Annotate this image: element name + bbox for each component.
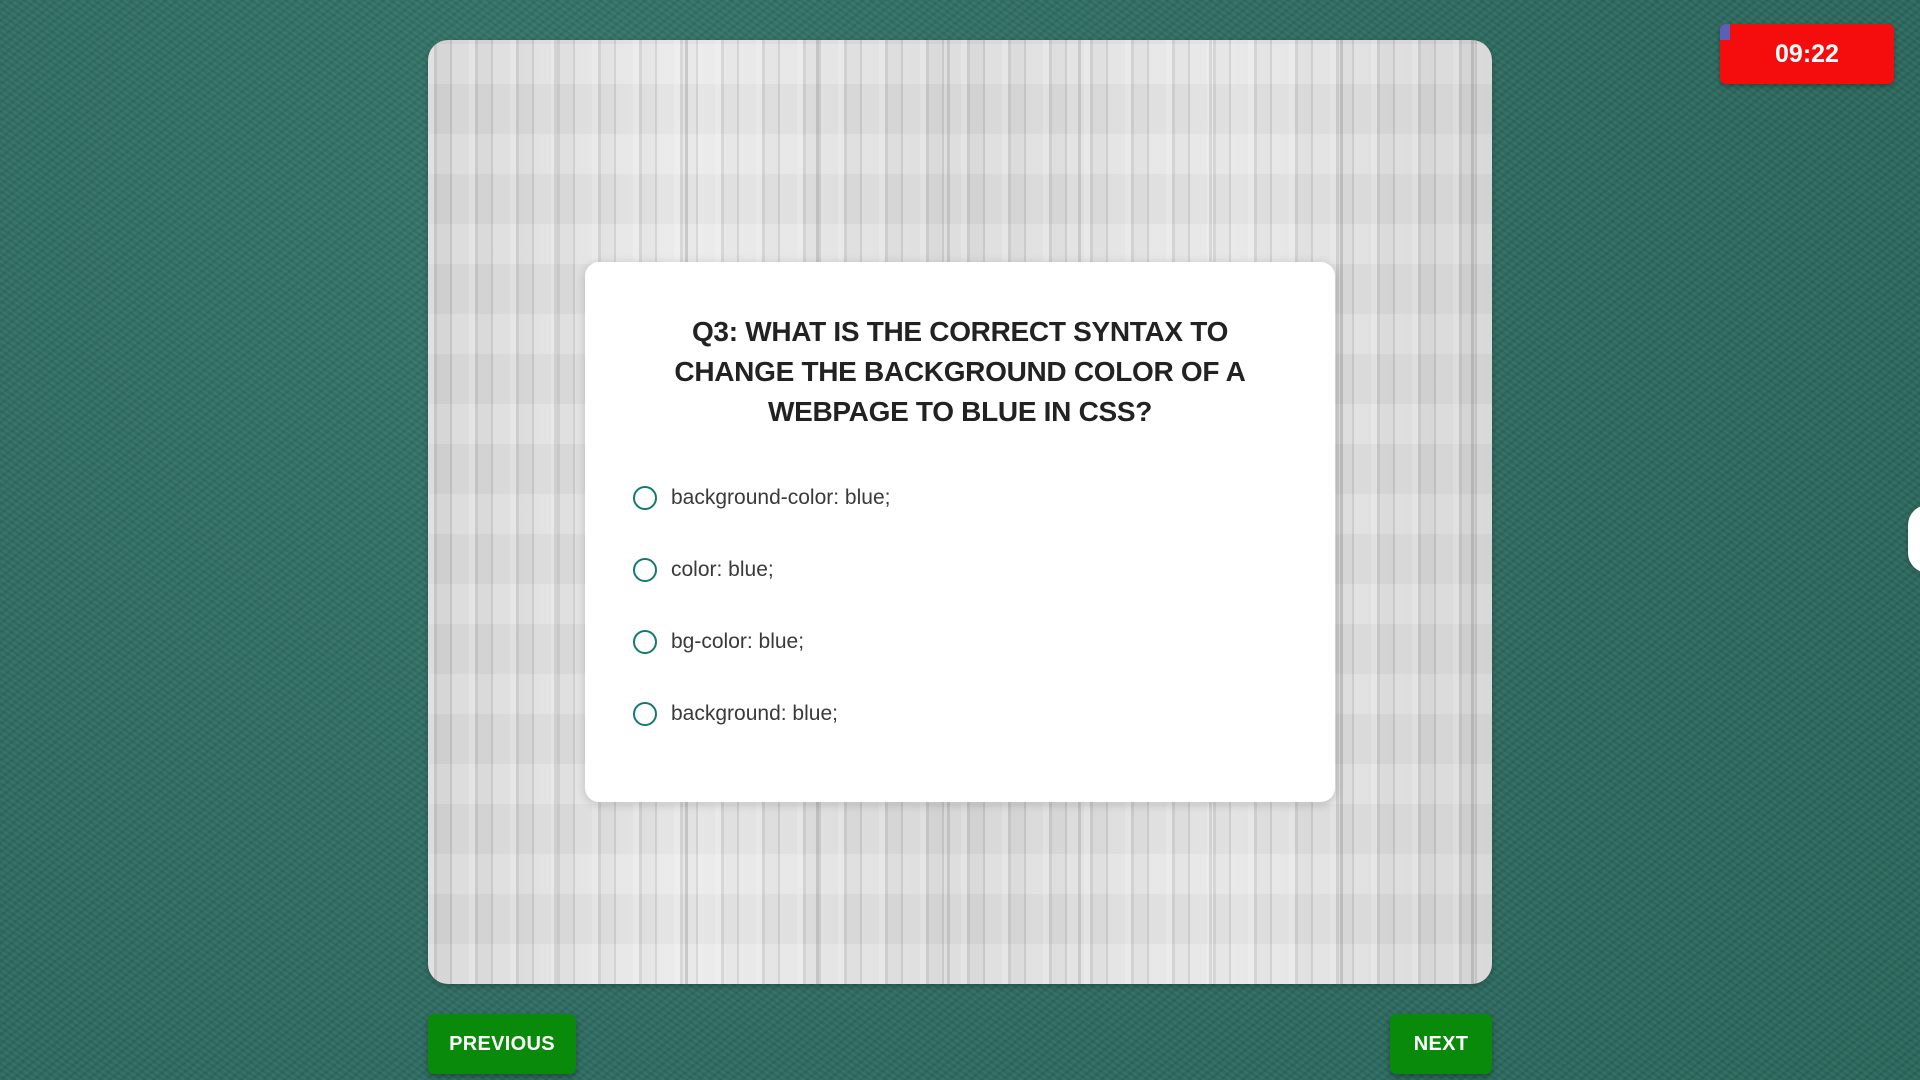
timer-corner-marker [1720,24,1730,40]
radio-button-icon[interactable] [633,630,657,654]
answer-option-label: background: blue; [671,702,838,725]
answer-option-label: bg-color: blue; [671,630,805,653]
answer-option-label: background-color: blue; [671,486,891,509]
answer-option-1[interactable]: background-color: blue; [633,462,1275,534]
timer-value: 09:22 [1775,39,1839,68]
answer-options: background-color: blue; color: blue; bg-… [633,462,1275,750]
side-drawer-handle[interactable] [1908,505,1920,573]
countdown-timer: 09:22 [1720,24,1894,84]
radio-button-icon[interactable] [633,486,657,510]
answer-option-label: color: blue; [671,558,774,581]
next-button[interactable]: NEXT [1390,1014,1492,1074]
answer-option-4[interactable]: background: blue; [633,678,1275,750]
radio-button-icon[interactable] [633,702,657,726]
previous-button[interactable]: PREVIOUS [428,1014,576,1074]
radio-button-icon[interactable] [633,558,657,582]
question-card: Q3: WHAT IS THE CORRECT SYNTAX TO CHANGE… [585,262,1335,802]
question-text: Q3: WHAT IS THE CORRECT SYNTAX TO CHANGE… [674,316,1246,427]
answer-option-2[interactable]: color: blue; [633,534,1275,606]
answer-option-3[interactable]: bg-color: blue; [633,606,1275,678]
